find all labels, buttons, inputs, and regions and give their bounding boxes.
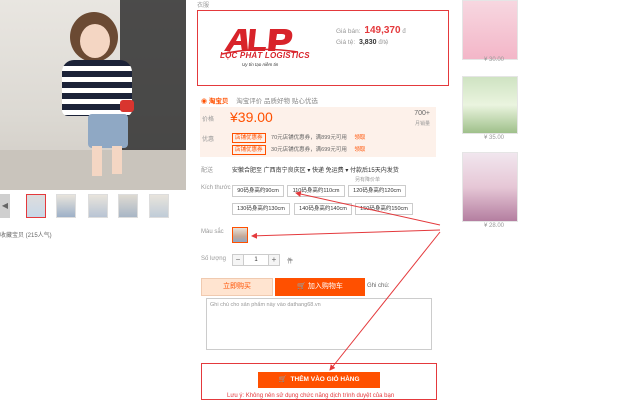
- main-product-image[interactable]: [0, 0, 186, 190]
- vnd-price-row: Giá bán: 149,370 đ: [336, 25, 406, 36]
- add-to-cart-label: 加入购物车: [307, 283, 343, 290]
- translation-warning: Lưu ý: Không nên sử dụng chức năng dịch …: [227, 393, 395, 399]
- quantity-plus-button[interactable]: +: [268, 254, 280, 266]
- quantity-label: Số lượng: [201, 256, 226, 262]
- denim-shorts: [88, 114, 128, 148]
- cart-icon: 🛒: [297, 283, 308, 290]
- claim-coupon-link[interactable]: 领取: [354, 147, 365, 153]
- thumbnail[interactable]: [26, 194, 46, 218]
- product-price: ¥39.00: [230, 109, 273, 125]
- price-label: 价格: [202, 117, 215, 123]
- add-to-order-button[interactable]: 🛒 THÊM VÀO GIỎ HÀNG: [258, 372, 380, 388]
- coupon-tag: 店铺优惠券: [232, 133, 266, 143]
- cart-icon: 🛒: [278, 376, 287, 383]
- model-leg: [112, 146, 122, 174]
- taobao-brand: 淘宝贝: [208, 98, 229, 105]
- logistics-price-banner: LỘC PHÁT LOGISTICS Uy tín tạo niềm tin G…: [197, 10, 449, 86]
- quantity-input[interactable]: 1: [244, 254, 268, 266]
- add-to-order-label: THÊM VÀO GIỎ HÀNG: [290, 376, 360, 383]
- favorite-count[interactable]: 收藏宝贝 (215人气): [0, 230, 52, 239]
- vnd-price-label: Giá bán:: [336, 28, 361, 35]
- note-label: Ghi chú:: [367, 283, 390, 289]
- model-leg: [92, 146, 102, 176]
- size-option[interactable]: 150码身高约150cm: [355, 203, 413, 215]
- thumbnail[interactable]: [56, 194, 76, 218]
- thumbnail[interactable]: [118, 194, 138, 218]
- loc-phat-logo-icon: [221, 29, 299, 55]
- related-product-price[interactable]: ¥ 30.00: [484, 57, 504, 63]
- coupon-text: 30元店铺优惠券，满699元可用: [271, 147, 347, 153]
- buy-now-button[interactable]: 立即购买: [201, 278, 273, 296]
- thumbnail-strip: ◀: [0, 194, 180, 218]
- exchange-rate-row: Giá tệ: 3,830 đ/tệ: [336, 39, 388, 46]
- company-slogan: Uy tín tạo niềm tin: [242, 62, 279, 67]
- exchange-rate-unit: đ/tệ: [378, 40, 389, 46]
- thumbnail[interactable]: [88, 194, 108, 218]
- size-option[interactable]: 130码身高约130cm: [232, 203, 290, 215]
- size-option[interactable]: 90码身高约90cm: [232, 185, 284, 197]
- color-label: Màu sắc: [201, 229, 224, 235]
- sold-count: 700+: [414, 110, 430, 117]
- price-panel: 价格 ¥39.00 700+ 月销量 优惠 店铺优惠券 70元店铺优惠券，满89…: [200, 107, 436, 157]
- related-product-image[interactable]: [462, 76, 518, 134]
- related-product-price[interactable]: ¥ 28.00: [484, 223, 504, 229]
- thumbnail-prev-arrow-icon[interactable]: ◀: [0, 194, 10, 218]
- claim-coupon-link[interactable]: 领取: [354, 135, 365, 141]
- company-name: LỘC PHÁT LOGISTICS: [220, 51, 310, 60]
- related-product-price[interactable]: ¥ 35.00: [484, 135, 504, 141]
- taobao-brand-row: ◉ 淘宝贝 淘宝评价 品质好物 贴心优选: [201, 95, 318, 105]
- coupon-text: 70元店铺优惠券，满899元可用: [271, 135, 347, 141]
- vnd-currency: đ: [402, 29, 406, 35]
- sold-label: 月销量: [414, 121, 430, 127]
- thumbnail[interactable]: [149, 194, 169, 218]
- exchange-rate-value: 3,830: [358, 39, 377, 46]
- quantity-unit: 件: [287, 259, 294, 265]
- model-face: [80, 24, 110, 58]
- promo-label: 优惠: [202, 137, 215, 143]
- add-to-cart-button[interactable]: 🛒 加入购物车: [275, 278, 365, 296]
- shipping-label: 配送: [201, 168, 214, 174]
- coupon-tag: 店铺优惠券: [232, 145, 266, 155]
- size-label: Kích thước: [201, 185, 231, 191]
- red-bag: [120, 100, 134, 112]
- vnd-price-value: 149,370: [364, 25, 401, 36]
- coupon-row: 店铺优惠券 30元店铺优惠券，满699元可用 领取: [232, 145, 365, 155]
- coupon-row: 店铺优惠券 70元店铺优惠券，满899元可用 领取: [232, 133, 365, 143]
- taobao-tags: 淘宝评价 品质好物 贴心优选: [236, 98, 318, 105]
- category-label: 衣服: [197, 3, 210, 9]
- size-option[interactable]: 110码身高约110cm: [287, 185, 345, 197]
- size-option[interactable]: 120码身高约120cm: [348, 185, 406, 197]
- color-option-swatch[interactable]: [232, 227, 248, 243]
- taobao-logo-icon: ◉: [201, 98, 208, 105]
- quantity-minus-button[interactable]: −: [232, 254, 244, 266]
- annotation-arrow-color: [251, 229, 441, 239]
- shipping-info[interactable]: 安徽合肥至 广西南宁良庆区 ▾ 快递 免运费 ▾ 付款后15天内发货: [232, 165, 399, 174]
- exchange-rate-label: Giá tệ:: [336, 39, 356, 46]
- related-product-image[interactable]: [462, 0, 518, 60]
- size-option[interactable]: 140码身高约140cm: [294, 203, 352, 215]
- note-textarea[interactable]: Ghi chú cho sản phẩm này vào dathang68.v…: [206, 298, 432, 350]
- shipping-note: 另有降价单: [355, 177, 381, 183]
- related-product-image[interactable]: [462, 152, 518, 222]
